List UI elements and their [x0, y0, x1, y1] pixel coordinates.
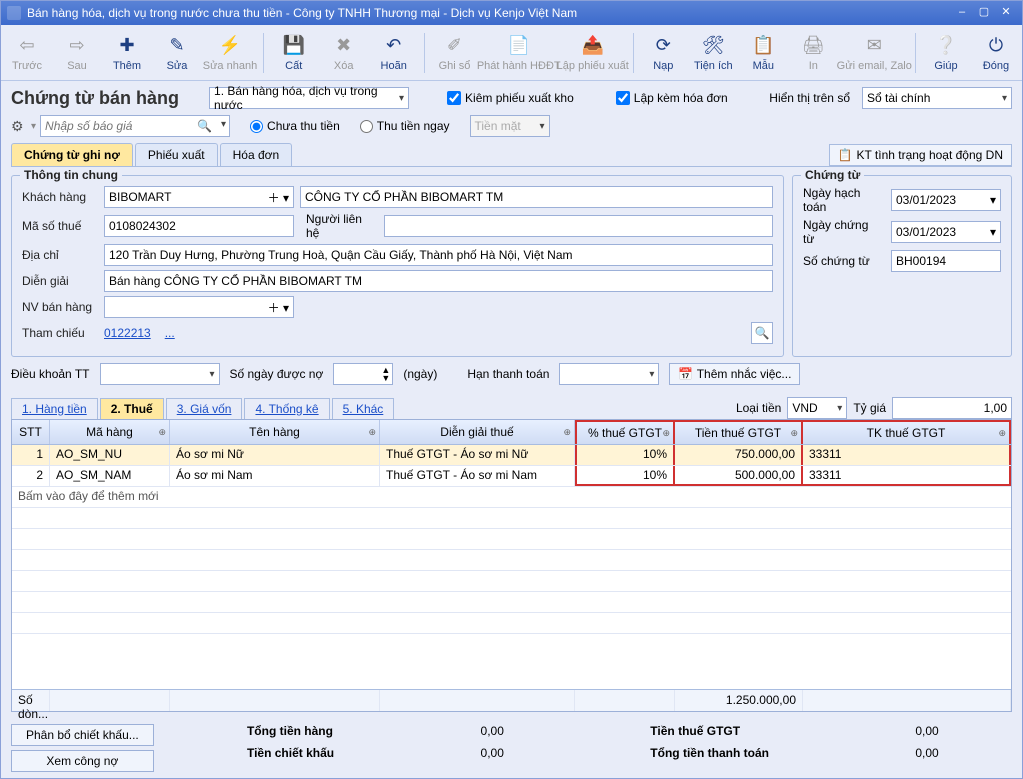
tax-grid: STT Mã hàng⊕ Tên hàng⊕ Diễn giải thuế⊕ %… [11, 419, 1012, 712]
grid-total-tax: 1.250.000,00 [675, 690, 803, 711]
ngay-chung-tu-input[interactable]: 03/01/2023▾ [891, 221, 1001, 243]
grid-add-row-hint[interactable]: Bấm vào đây để thêm mới [12, 487, 1011, 508]
toolbar-nạp[interactable]: ⟳Nạp [641, 27, 685, 79]
toolbar-sau: ⇨Sau [55, 27, 99, 79]
kt-tinh-trang-button[interactable]: 📋KT tình trạng hoạt động DN [829, 144, 1013, 166]
toolbar-hoãn[interactable]: ↶Hoãn [372, 27, 416, 79]
toolbar-phát-hành-hđđt: 📄Phát hành HĐĐT [482, 27, 555, 79]
subtab-thue[interactable]: 2. Thuế [100, 398, 164, 419]
close-button[interactable]: ✕ [996, 5, 1016, 21]
dia-chi-input[interactable]: 120 Trần Duy Hưng, Phường Trung Hoà, Quậ… [104, 244, 773, 266]
nguoi-lien-he-input[interactable] [384, 215, 773, 237]
ngay-hach-toan-input[interactable]: 03/01/2023▾ [891, 189, 1001, 211]
hienthi-select[interactable]: Sổ tài chính [862, 87, 1012, 109]
so-chung-tu-input[interactable]: BH00194 [891, 250, 1001, 272]
toolbar-giúp[interactable]: ❔Giúp [924, 27, 968, 79]
maximize-button[interactable]: ▢ [974, 5, 994, 21]
toolbar-lập-phiếu-xuất: 📤Lập phiếu xuất [561, 27, 625, 79]
sale-type-select[interactable]: 1. Bán hàng hóa, dịch vụ trong nước [209, 87, 409, 109]
subtab-hang-tien[interactable]: 1. Hàng tiền [11, 398, 98, 419]
khach-hang-input[interactable]: BIBOMART ＋ ▾ [104, 186, 294, 208]
tab-phieu-xuat[interactable]: Phiếu xuất [135, 143, 218, 166]
col-tk-thue[interactable]: TK thuế GTGT⊕ [803, 420, 1011, 444]
so-ngay-input[interactable]: ▲▼ [333, 363, 393, 385]
cong-ty-input[interactable]: CÔNG TY CỔ PHẦN BIBOMART TM [300, 186, 773, 208]
dien-giai-input[interactable]: Bán hàng CÔNG TY CỔ PHẦN BIBOMART TM [104, 270, 773, 292]
toolbar-cất[interactable]: 💾Cất [272, 27, 316, 79]
window-title: Bán hàng hóa, dịch vụ trong nước chưa th… [27, 6, 577, 20]
tab-chung-tu-ghi-no[interactable]: Chứng từ ghi nợ [11, 143, 133, 166]
them-nhac-viec-button[interactable]: 📅 Thêm nhắc việc... [669, 363, 800, 385]
toolbar-đóng[interactable]: ⏻Đóng [974, 27, 1018, 79]
chua-thu-tien-radio[interactable]: Chưa thu tiền [250, 119, 340, 133]
tham-chieu-more[interactable]: ... [165, 326, 175, 340]
toolbar-trước: ⇦Trước [5, 27, 49, 79]
tham-chieu-mag-icon[interactable]: 🔍 [751, 322, 773, 344]
col-dien-giai-thue[interactable]: Diễn giải thuế⊕ [380, 420, 575, 444]
page-title: Chứng từ bán hàng [11, 88, 179, 109]
subtab-khac[interactable]: 5. Khác [332, 398, 395, 419]
app-icon [7, 6, 21, 20]
subtab-gia-von[interactable]: 3. Giá vốn [166, 398, 243, 419]
toolbar-thêm[interactable]: ✚Thêm [105, 27, 149, 79]
toolbar-in: 🖨In [791, 27, 835, 79]
col-ma-hang[interactable]: Mã hàng⊕ [50, 420, 170, 444]
toolbar-sửa[interactable]: ✎Sửa [155, 27, 199, 79]
gear-icon[interactable]: ⚙ [11, 118, 27, 134]
toolbar-xóa: ✖Xóa [322, 27, 366, 79]
col-tien-thue[interactable]: Tiền thuế GTGT⊕ [675, 420, 803, 444]
tham-chieu-link[interactable]: 0122213 [104, 326, 151, 340]
chung-tu-group: Chứng từ Ngày hạch toán 03/01/2023▾ Ngày… [792, 175, 1012, 357]
col-pct-thue[interactable]: % thuế GTGT⊕ [575, 420, 675, 444]
tab-hoa-don[interactable]: Hóa đơn [220, 143, 293, 166]
grid-row[interactable]: 1 AO_SM_NU Áo sơ mi Nữ Thuế GTGT - Áo sơ… [12, 445, 1011, 466]
search-dropdown-icon[interactable]: ▾ [221, 119, 226, 130]
minimize-button[interactable]: – [952, 5, 972, 21]
grid-row[interactable]: 2 AO_SM_NAM Áo sơ mi Nam Thuế GTGT - Áo … [12, 466, 1011, 487]
subtab-thong-ke[interactable]: 4. Thống kê [244, 398, 329, 419]
hienthi-label: Hiển thị trên sổ [769, 91, 850, 105]
toolbar-ghi-sổ: ✐Ghi sổ [432, 27, 476, 79]
thong-tin-chung-group: Thông tin chung Khách hàng BIBOMART ＋ ▾ … [11, 175, 784, 357]
tien-mat-select: Tiền mặt [470, 115, 550, 137]
toolbar-tiện-ích[interactable]: 🛠Tiện ích [691, 27, 735, 79]
toolbar-sửa-nhanh: ⚡Sửa nhanh [205, 27, 255, 79]
loai-tien-select[interactable]: VND [787, 397, 847, 419]
mst-input[interactable]: 0108024302 [104, 215, 294, 237]
search-icon[interactable]: 🔍 [197, 119, 212, 133]
nv-ban-hang-input[interactable]: ＋ ▾ [104, 296, 294, 318]
toolbar-gửi-email--zalo: ✉Gửi email, Zalo [841, 27, 907, 79]
toolbar-mẫu[interactable]: 📋Mẫu [741, 27, 785, 79]
han-thanh-toan-input[interactable] [559, 363, 659, 385]
dieu-khoan-select[interactable] [100, 363, 220, 385]
col-stt[interactable]: STT [12, 420, 50, 444]
phan-bo-chiet-khau-button[interactable]: Phân bổ chiết khấu... [11, 724, 154, 746]
xem-cong-no-button[interactable]: Xem công nợ [11, 750, 154, 772]
col-ten-hang[interactable]: Tên hàng⊕ [170, 420, 380, 444]
thu-tien-ngay-radio[interactable]: Thu tiền ngay [360, 119, 450, 133]
ty-gia-input[interactable]: 1,00 [892, 397, 1012, 419]
lap-kem-hoa-don-checkbox[interactable]: Lập kèm hóa đơn [616, 91, 728, 105]
titlebar: Bán hàng hóa, dịch vụ trong nước chưa th… [1, 1, 1022, 25]
main-toolbar: ⇦Trước⇨Sau✚Thêm✎Sửa⚡Sửa nhanh 💾Cất✖Xóa↶Ho… [1, 25, 1022, 81]
kiem-phieu-xuat-checkbox[interactable]: Kiêm phiếu xuất kho [447, 91, 574, 105]
